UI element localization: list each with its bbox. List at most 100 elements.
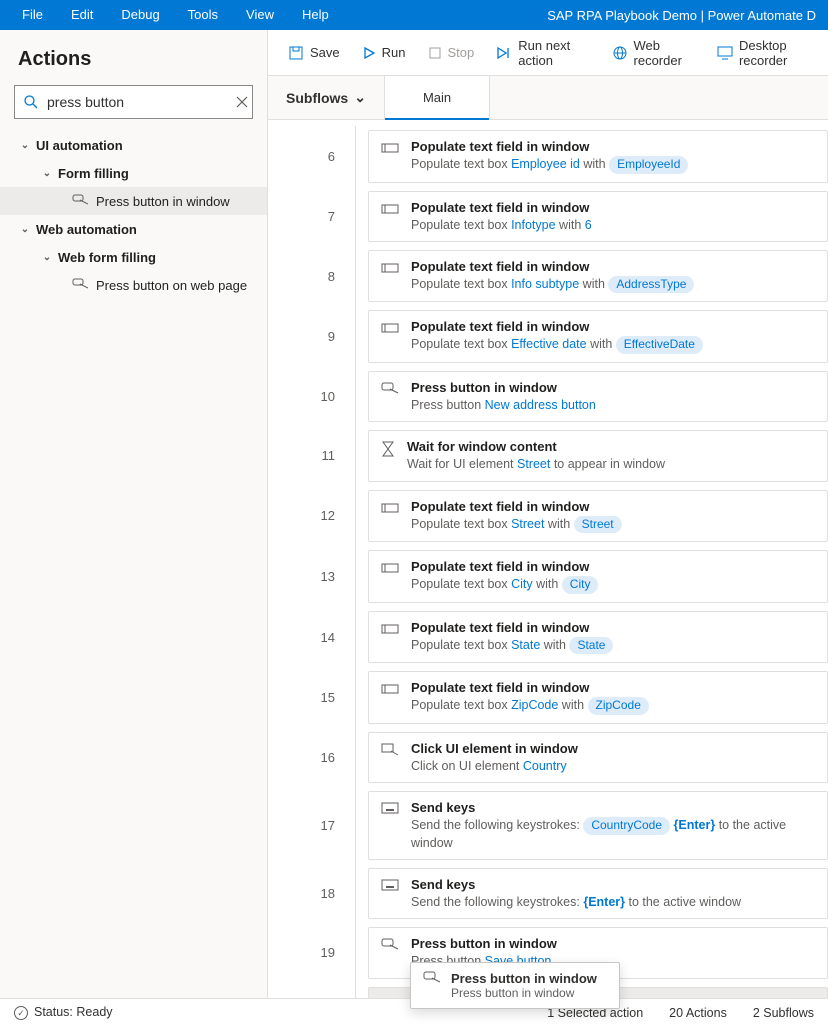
action-tooltip: Press button in window Press button in w… bbox=[410, 962, 620, 1009]
textbox-icon bbox=[381, 321, 399, 338]
step-row[interactable]: 13Populate text field in windowPopulate … bbox=[268, 546, 828, 607]
menu-help[interactable]: Help bbox=[288, 0, 343, 30]
tree-label: Form filling bbox=[58, 166, 129, 181]
step-number: 17 bbox=[268, 787, 356, 864]
textbox-icon bbox=[381, 561, 399, 578]
step-card[interactable]: Populate text field in windowPopulate te… bbox=[368, 550, 828, 603]
press-button-icon bbox=[72, 194, 88, 209]
step-card[interactable]: Populate text field in windowPopulate te… bbox=[368, 611, 828, 664]
step-title: Send keys bbox=[411, 877, 741, 892]
step-title: Press button in window bbox=[411, 380, 596, 395]
step-title: Press button in window bbox=[411, 936, 557, 951]
tree-ui-automation[interactable]: ⌄UI automation bbox=[0, 131, 267, 159]
tree-press-button-in-window[interactable]: Press button in window bbox=[0, 187, 267, 215]
step-card[interactable]: Press button in window Press button New a… bbox=[368, 371, 828, 422]
step-row[interactable]: 9Populate text field in windowPopulate t… bbox=[268, 306, 828, 367]
step-title: Click UI element in window bbox=[411, 741, 578, 756]
step-card[interactable]: Populate text field in windowPopulate te… bbox=[368, 130, 828, 183]
step-row[interactable]: 16 Click UI element in window Click on UI … bbox=[268, 728, 828, 787]
step-description: Click on UI element Country bbox=[411, 758, 578, 774]
step-row[interactable]: 18Send keysSend the following keystrokes… bbox=[268, 864, 828, 923]
editor-toolbar: Save Run Stop Run next action Web record… bbox=[268, 30, 828, 76]
step-row[interactable]: 11Wait for window contentWait for UI ele… bbox=[268, 426, 828, 485]
menubar-items: FileEditDebugToolsViewHelp bbox=[8, 0, 343, 30]
globe-icon bbox=[612, 45, 628, 61]
desktop-icon bbox=[717, 46, 733, 60]
tab-main[interactable]: Main bbox=[385, 76, 490, 119]
play-icon bbox=[362, 46, 376, 60]
actions-search[interactable] bbox=[14, 85, 253, 119]
step-number: 15 bbox=[268, 667, 356, 728]
step-title: Populate text field in window bbox=[411, 139, 688, 154]
step-card[interactable]: Populate text field in windowPopulate te… bbox=[368, 191, 828, 242]
step-row[interactable]: 12Populate text field in windowPopulate … bbox=[268, 486, 828, 547]
save-icon bbox=[288, 45, 304, 61]
step-description: Populate text box City with City bbox=[411, 576, 598, 594]
press-button-icon bbox=[72, 278, 88, 293]
step-card[interactable]: Populate text field in windowPopulate te… bbox=[368, 250, 828, 303]
menu-debug[interactable]: Debug bbox=[107, 0, 173, 30]
step-card[interactable]: Send keysSend the following keystrokes: … bbox=[368, 791, 828, 860]
step-description: Press button New address button bbox=[411, 397, 596, 413]
run-next-action-button[interactable]: Run next action bbox=[486, 37, 599, 69]
step-row[interactable]: 14Populate text field in windowPopulate … bbox=[268, 607, 828, 668]
step-card[interactable]: Send keysSend the following keystrokes: … bbox=[368, 868, 828, 919]
stop-button: Stop bbox=[418, 37, 485, 69]
menu-edit[interactable]: Edit bbox=[57, 0, 107, 30]
step-row[interactable]: 15Populate text field in windowPopulate … bbox=[268, 667, 828, 728]
clear-search-icon[interactable] bbox=[236, 96, 248, 108]
step-number: 11 bbox=[268, 426, 356, 485]
chevron-down-icon: ⌄ bbox=[18, 224, 32, 235]
step-row[interactable]: 7Populate text field in windowPopulate t… bbox=[268, 187, 828, 246]
wait-icon bbox=[381, 998, 395, 999]
keys-icon bbox=[381, 879, 399, 894]
menu-view[interactable]: View bbox=[232, 0, 288, 30]
subflows-dropdown[interactable]: Subflows⌄ bbox=[268, 76, 385, 119]
press-icon bbox=[381, 938, 399, 955]
search-icon bbox=[23, 94, 39, 110]
tree-label: Web automation bbox=[36, 222, 137, 237]
step-row[interactable]: 17Send keysSend the following keystrokes… bbox=[268, 787, 828, 864]
tree-web-form-filling[interactable]: ⌄Web form filling bbox=[0, 243, 267, 271]
step-description: Wait for UI element Street to appear in … bbox=[407, 456, 665, 472]
step-card[interactable]: Populate text field in windowPopulate te… bbox=[368, 310, 828, 363]
desktop-recorder-button[interactable]: Desktop recorder bbox=[707, 37, 828, 69]
step-card[interactable]: Populate text field in windowPopulate te… bbox=[368, 490, 828, 543]
menu-file[interactable]: File bbox=[8, 0, 57, 30]
step-row[interactable]: 10Press button in windowPress button New… bbox=[268, 367, 828, 426]
click-icon bbox=[381, 743, 399, 760]
wait-icon bbox=[381, 441, 395, 460]
web-recorder-button[interactable]: Web recorder bbox=[602, 37, 705, 69]
save-button[interactable]: Save bbox=[278, 37, 350, 69]
actions-sidebar: Actions ⌄UI automation ⌄Form filling Pre… bbox=[0, 30, 268, 998]
run-button[interactable]: Run bbox=[352, 37, 416, 69]
tree-web-automation[interactable]: ⌄ Web automation bbox=[0, 215, 267, 243]
steps-list: 6Populate text field in windowPopulate t… bbox=[268, 120, 828, 998]
tree-form-filling[interactable]: ⌄Form filling bbox=[0, 159, 267, 187]
save-label: Save bbox=[310, 45, 340, 60]
textbox-icon bbox=[381, 501, 399, 518]
step-card[interactable]: Click UI element in window Click on UI el… bbox=[368, 732, 828, 783]
main-container: Actions ⌄UI automation ⌄Form filling Pre… bbox=[0, 30, 828, 998]
search-input[interactable] bbox=[47, 94, 228, 110]
steps-area: 6Populate text field in windowPopulate t… bbox=[268, 120, 828, 998]
step-number: 12 bbox=[268, 486, 356, 547]
chevron-down-icon: ⌄ bbox=[354, 89, 366, 106]
tree-label: Press button in window bbox=[96, 194, 230, 209]
run-next-label: Run next action bbox=[518, 38, 589, 68]
step-card[interactable]: Populate text field in windowPopulate te… bbox=[368, 671, 828, 724]
step-card[interactable]: Wait for window contentWait for UI eleme… bbox=[368, 430, 828, 481]
step-number: 13 bbox=[268, 546, 356, 607]
editor-content: Save Run Stop Run next action Web record… bbox=[268, 30, 828, 998]
sidebar-title: Actions bbox=[0, 48, 267, 85]
step-title: Populate text field in window bbox=[411, 259, 694, 274]
step-row[interactable]: 6Populate text field in windowPopulate t… bbox=[268, 126, 828, 187]
menubar: FileEditDebugToolsViewHelp SAP RPA Playb… bbox=[0, 0, 828, 30]
tree-press-button-on-web-page[interactable]: Press button on web page bbox=[0, 271, 267, 299]
step-number: 9 bbox=[268, 306, 356, 367]
menu-tools[interactable]: Tools bbox=[174, 0, 232, 30]
desk-rec-label: Desktop recorder bbox=[739, 38, 818, 68]
step-row[interactable]: 8Populate text field in windowPopulate t… bbox=[268, 246, 828, 307]
step-description: Populate text box Street with Street bbox=[411, 516, 622, 534]
step-number: 16 bbox=[268, 728, 356, 787]
